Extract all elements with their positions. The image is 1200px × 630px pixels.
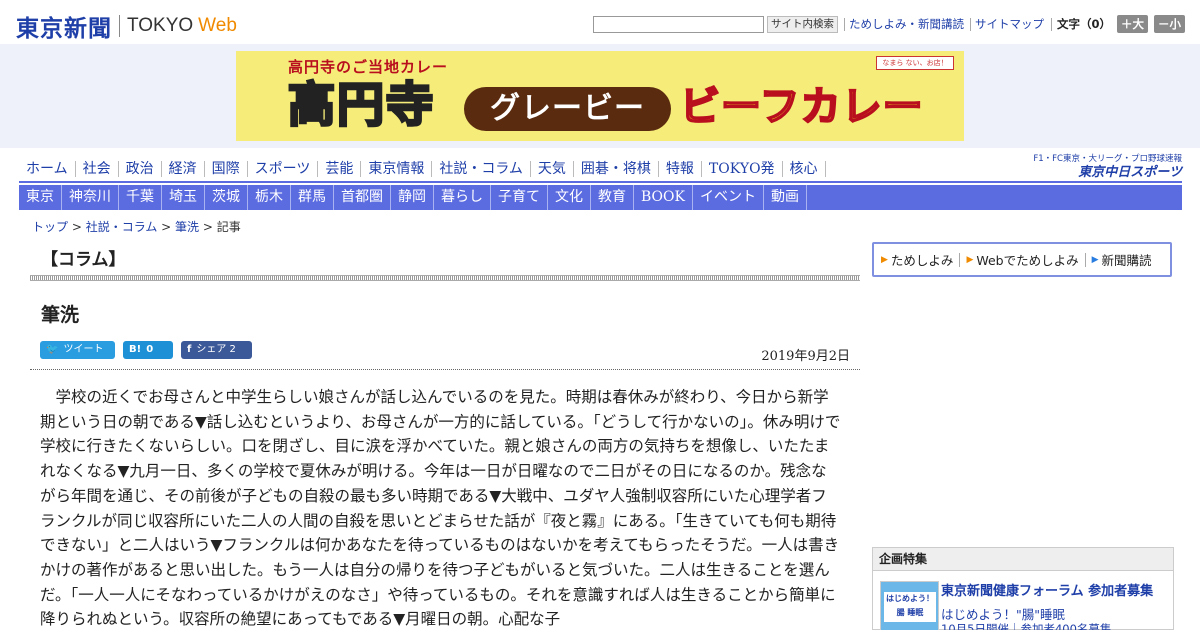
breadcrumb-top[interactable]: トップ [32, 220, 68, 234]
logo-web: Web [198, 15, 237, 36]
nav-item-special[interactable]: 特報 [659, 161, 702, 177]
region-item-education[interactable]: 教育 [591, 185, 634, 210]
font-smaller-button[interactable]: －小 [1154, 15, 1186, 33]
triangle-right-icon: ▶ [1091, 254, 1099, 265]
region-item-tokyo[interactable]: 東京 [19, 185, 62, 210]
breadcrumb-current: 記事 [216, 220, 241, 234]
trial-subscribe-link[interactable]: ためしよみ・新聞講読 [844, 17, 964, 31]
article-divider [30, 369, 860, 370]
region-item-chiba[interactable]: 千葉 [119, 185, 162, 210]
ad-tag: なまら ない、お店！ [876, 56, 954, 70]
region-nav: 東京 神奈川 千葉 埼玉 茨城 栃木 群馬 首都圏 静岡 暮らし 子育て 文化 … [19, 185, 1182, 210]
region-item-kanagawa[interactable]: 神奈川 [62, 185, 119, 210]
section-divider [30, 275, 860, 281]
region-item-saitama[interactable]: 埼玉 [162, 185, 205, 210]
promo-trial-label: ためしよみ [890, 253, 954, 268]
site-search-button[interactable]: サイト内検索 [767, 15, 838, 33]
region-item-parenting[interactable]: 子育て [491, 185, 548, 210]
subscription-promo: ▶ ためしよみ ▶ Webでためしよみ ▶ 新聞購読 [872, 242, 1172, 277]
promo-web-trial-link[interactable]: ▶ Webでためしよみ [966, 250, 1084, 269]
chunichi-sports-logo: 東京中日スポーツ [1078, 165, 1182, 180]
site-logo[interactable]: 東京新聞 TOKYO Web [16, 9, 237, 43]
promo-web-trial-label: Webでためしよみ [976, 253, 1079, 268]
tweet-label: ツイート [63, 344, 104, 355]
feature-thumbnail-text: はじめよう！腸 睡眠 [884, 592, 936, 622]
feature-title-link[interactable]: 東京新聞健康フォーラム 参加者募集 [941, 580, 1153, 599]
promo-divider [1084, 252, 1086, 267]
breadcrumb-section[interactable]: 社説・コラム [86, 220, 158, 234]
ad-beef-text: ビーフカレー [679, 83, 924, 131]
twitter-bird-icon: 🐦 [46, 344, 59, 355]
breadcrumb-sep: > [157, 220, 176, 234]
region-item-book[interactable]: BOOK [634, 185, 693, 210]
main-nav: ホーム 社会 政治 経済 国際 スポーツ 芸能 東京情報 社説・コラム 天気 囲… [19, 154, 1182, 183]
article-title: 筆洗 [41, 304, 80, 326]
utility-bar: サイト内検索 ためしよみ・新聞講読 サイトマップ 文字（0） ＋大 －小 [593, 15, 1186, 33]
breadcrumb: トップ > 社説・コラム > 筆洗 > 記事 [32, 218, 241, 235]
hatena-bookmark-button[interactable]: B! 0 [123, 341, 173, 359]
logo-divider [119, 15, 120, 37]
nav-item-international[interactable]: 国際 [205, 161, 248, 177]
feature-header: 企画特集 [873, 548, 1173, 571]
breadcrumb-sep: > [68, 220, 86, 234]
sitemap-link[interactable]: サイトマップ [970, 17, 1044, 31]
promo-subscribe-link[interactable]: ▶ 新聞購読 [1092, 250, 1158, 269]
ad-pill-text: グレービー [464, 87, 671, 131]
region-item-event[interactable]: イベント [693, 185, 764, 210]
facebook-count: 2 [229, 344, 236, 355]
nav-item-kakushin[interactable]: 核心 [783, 161, 826, 177]
nav-item-politics[interactable]: 政治 [119, 161, 162, 177]
region-item-video[interactable]: 動画 [764, 185, 807, 210]
breadcrumb-sep: > [199, 220, 217, 234]
chunichi-sports-link[interactable]: F1・FC東京・大リーグ・プロ野球速報 東京中日スポーツ [1033, 154, 1182, 180]
article-date: 2019年9月2日 [761, 349, 850, 364]
nav-item-tokyo-info[interactable]: 東京情報 [361, 161, 433, 177]
region-item-living[interactable]: 暮らし [434, 185, 491, 210]
nav-item-entertainment[interactable]: 芸能 [318, 161, 362, 177]
facebook-f-icon: f [187, 344, 192, 355]
facebook-label: シェア [196, 344, 227, 355]
nav-item-weather[interactable]: 天気 [531, 161, 574, 177]
promo-divider [959, 252, 961, 267]
site-header: 東京新聞 TOKYO Web サイト内検索 ためしよみ・新聞講読 サイトマップ … [0, 0, 1200, 44]
hatena-b-icon: B! [129, 344, 142, 355]
article-body: 学校の近くでお母さんと中学生らしい娘さんが話し込んでいるのを見た。時期は春休みが… [40, 388, 841, 629]
nav-item-society[interactable]: 社会 [76, 161, 119, 177]
nav-item-sports[interactable]: スポーツ [248, 161, 319, 177]
feature-thumbnail[interactable]: はじめよう！腸 睡眠 [880, 581, 939, 630]
feature-box: 企画特集 はじめよう！腸 睡眠 東京新聞健康フォーラム 参加者募集 はじめよう！… [872, 547, 1174, 630]
region-item-ibaraki[interactable]: 茨城 [205, 185, 248, 210]
share-buttons: 🐦 ツイート B! 0 f シェア 2 [40, 341, 260, 359]
hatena-count: 0 [146, 344, 154, 355]
triangle-right-icon: ▶ [966, 254, 974, 265]
facebook-share-button[interactable]: f シェア 2 [181, 341, 252, 359]
ad-subtitle: 高円寺のご当地カレー [288, 58, 449, 76]
region-item-tochigi[interactable]: 栃木 [248, 185, 291, 210]
nav-item-go-shogi[interactable]: 囲碁・将棋 [574, 161, 659, 177]
breadcrumb-sub[interactable]: 筆洗 [175, 220, 199, 234]
tweet-button[interactable]: 🐦 ツイート [40, 341, 115, 359]
region-item-shizuoka[interactable]: 静岡 [391, 185, 434, 210]
ad-banner[interactable]: 高円寺のご当地カレー 高円寺 グレービー ビーフカレー なまら ない、お店！ [236, 51, 964, 141]
region-item-gunma[interactable]: 群馬 [291, 185, 334, 210]
nav-item-economy[interactable]: 経済 [162, 161, 205, 177]
nav-item-editorial[interactable]: 社説・コラム [432, 161, 531, 177]
chunichi-sports-tagline: F1・FC東京・大リーグ・プロ野球速報 [1033, 154, 1182, 164]
font-bigger-button[interactable]: ＋大 [1117, 15, 1149, 33]
logo-jp: 東京新聞 [16, 15, 112, 42]
promo-trial-link[interactable]: ▶ ためしよみ [881, 250, 959, 269]
nav-item-home[interactable]: ホーム [19, 161, 76, 177]
logo-en: TOKYO [127, 15, 194, 36]
section-heading: 【コラム】 [41, 250, 126, 270]
region-item-culture[interactable]: 文化 [548, 185, 591, 210]
promo-subscribe-label: 新聞購読 [1101, 253, 1152, 268]
ad-main-text: 高円寺 [287, 77, 435, 134]
site-search-input[interactable] [593, 15, 764, 33]
region-item-shutoken[interactable]: 首都圏 [334, 185, 391, 210]
font-size-label: 文字（0） [1051, 17, 1111, 31]
nav-item-tokyo-hatsu[interactable]: TOKYO発 [702, 161, 783, 177]
triangle-right-icon: ▶ [881, 254, 888, 265]
feature-detail: 10月5日開催｜参加者400名募集 [941, 622, 1112, 630]
